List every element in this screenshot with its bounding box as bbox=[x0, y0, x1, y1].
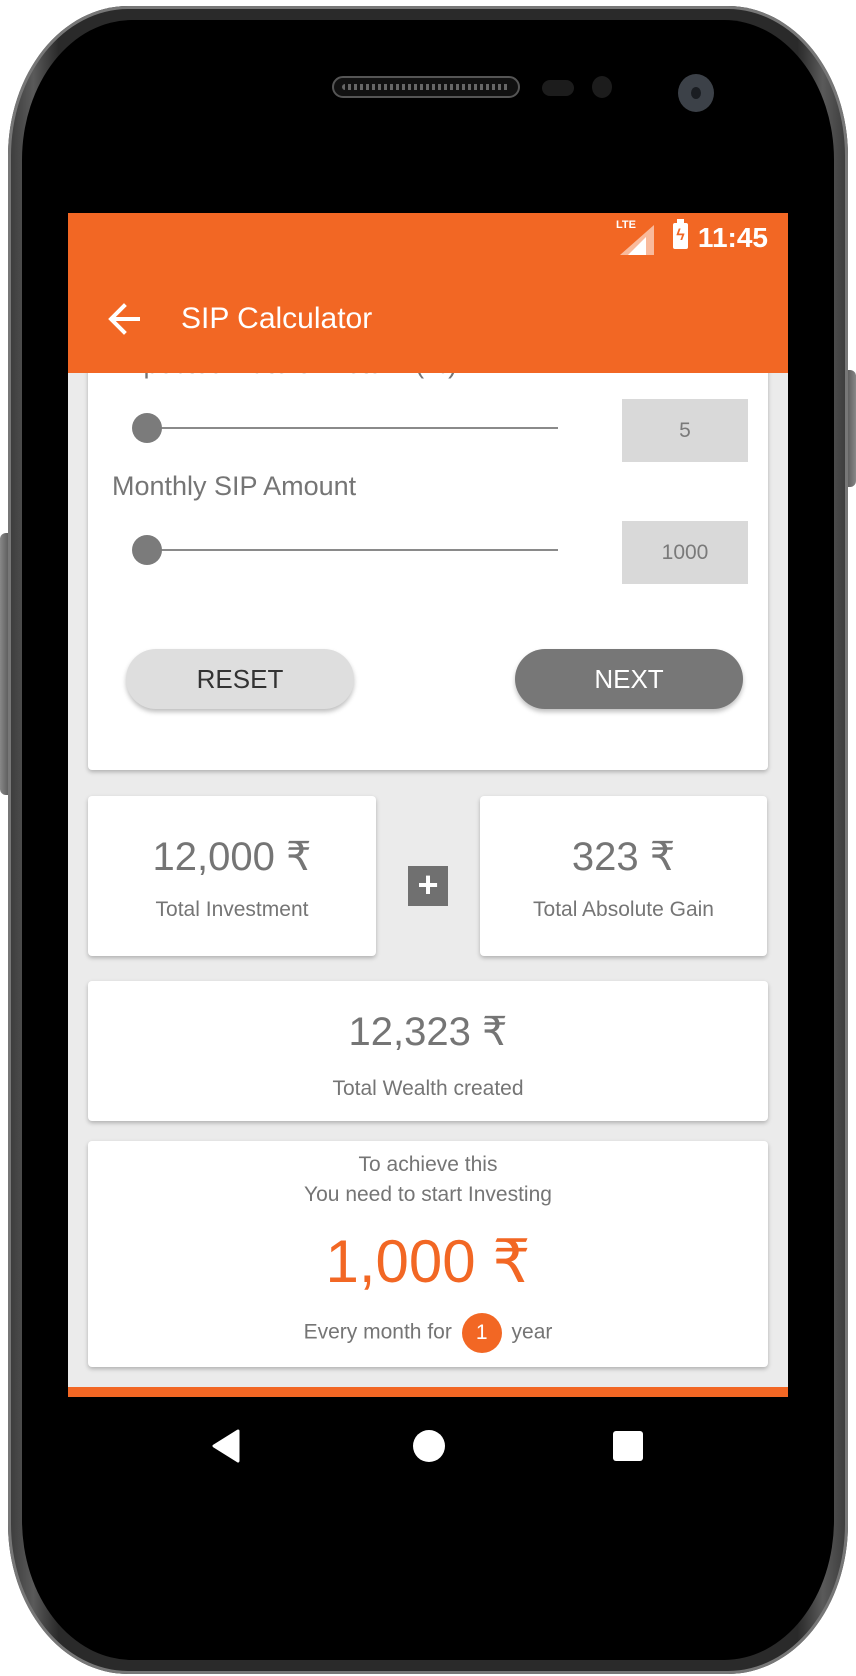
next-button[interactable]: NEXT bbox=[515, 649, 743, 709]
summary-card: To achieve this You need to start Invest… bbox=[88, 1141, 768, 1367]
summary-line-1: To achieve this bbox=[358, 1153, 498, 1176]
nav-back-icon[interactable] bbox=[210, 1429, 240, 1468]
total-investment-value: 12,000 ₹ bbox=[152, 835, 312, 879]
signal-strength-fill bbox=[628, 237, 646, 255]
total-investment-label: Total Investment bbox=[155, 898, 309, 921]
duration-prefix: Every month for bbox=[303, 1320, 452, 1344]
app-bar: LTE ϟ 11:45 SIP Calculator bbox=[68, 213, 788, 373]
rate-slider-thumb[interactable] bbox=[132, 413, 162, 443]
plus-icon: + bbox=[408, 866, 448, 906]
rate-slider-track[interactable] bbox=[138, 427, 558, 429]
years-badge: 1 bbox=[461, 1313, 502, 1353]
amount-label: Monthly SIP Amount bbox=[112, 471, 357, 501]
absolute-gain-value: 323 ₹ bbox=[571, 835, 676, 879]
nav-home-icon[interactable] bbox=[412, 1429, 446, 1468]
inputs-card: Expected Rate of Return (%) 5 Monthly SI… bbox=[88, 333, 768, 770]
amount-slider-thumb[interactable] bbox=[132, 535, 162, 565]
rate-input[interactable]: 5 bbox=[622, 399, 748, 462]
battery-charging-icon: ϟ bbox=[673, 219, 688, 249]
earpiece-speaker bbox=[332, 76, 520, 98]
reset-button[interactable]: RESET bbox=[126, 649, 354, 709]
bottom-accent-strip bbox=[68, 1387, 788, 1397]
total-investment-card: 12,000 ₹ Total Investment bbox=[88, 796, 376, 956]
arrow-left-icon[interactable] bbox=[104, 299, 144, 339]
amount-slider-track[interactable] bbox=[138, 549, 558, 551]
amount-input[interactable]: 1000 bbox=[622, 521, 748, 584]
absolute-gain-card: 323 ₹ Total Absolute Gain bbox=[480, 796, 767, 956]
required-sip-amount: 1,000 ₹ bbox=[325, 1228, 531, 1295]
proximity-sensor bbox=[542, 80, 574, 96]
page-title: SIP Calculator bbox=[181, 302, 373, 335]
total-wealth-value: 12,323 ₹ bbox=[348, 1010, 508, 1054]
total-wealth-card: 12,323 ₹ Total Wealth created bbox=[88, 981, 768, 1121]
summary-line-2: You need to start Investing bbox=[304, 1183, 552, 1206]
system-nav-bar bbox=[68, 1397, 788, 1493]
duration-suffix: year bbox=[511, 1320, 553, 1344]
nav-recents-icon[interactable] bbox=[612, 1430, 644, 1467]
app-screen: LTE ϟ 11:45 SIP Calculator Expected Rate… bbox=[68, 213, 788, 1493]
total-wealth-label: Total Wealth created bbox=[332, 1077, 524, 1100]
front-camera bbox=[678, 74, 714, 112]
absolute-gain-label: Total Absolute Gain bbox=[533, 898, 714, 921]
light-sensor bbox=[592, 76, 612, 98]
status-time: 11:45 bbox=[697, 222, 768, 253]
duration-line: Every month for 1 year bbox=[88, 1313, 768, 1353]
